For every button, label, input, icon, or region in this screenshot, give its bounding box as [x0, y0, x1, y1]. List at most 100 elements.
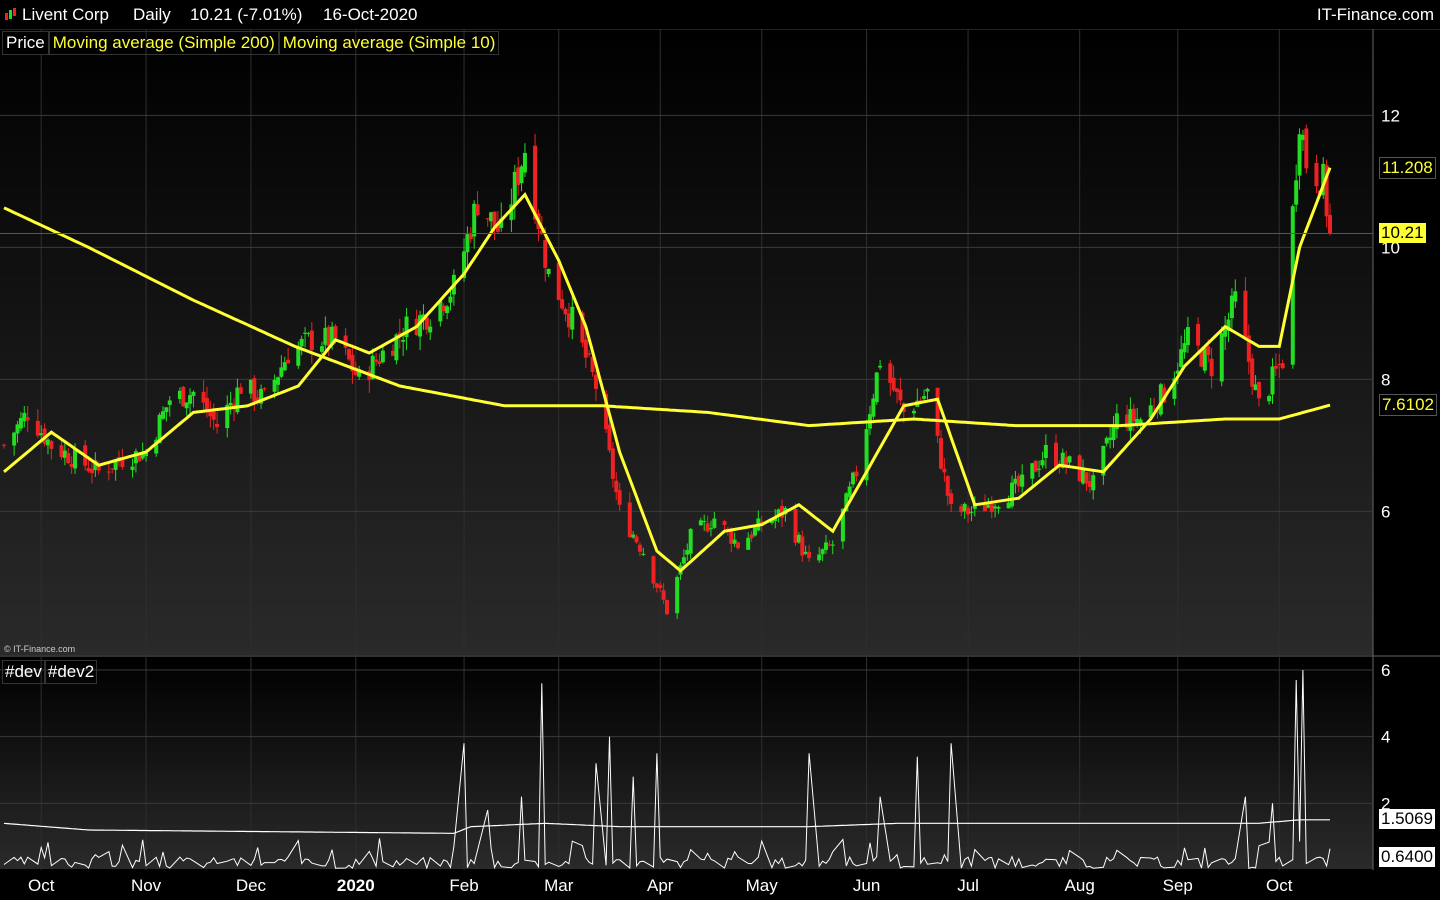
candle-body — [1314, 162, 1319, 187]
candle-body — [374, 359, 379, 362]
candle-body — [583, 339, 588, 358]
price-tick-label: 6 — [1381, 502, 1390, 521]
candle-body — [66, 453, 71, 464]
candle-body — [966, 507, 971, 515]
candle-body — [878, 365, 883, 368]
candle-body — [164, 407, 169, 413]
candle-body — [1294, 180, 1299, 205]
candle-body — [438, 301, 443, 322]
candle-body — [637, 544, 642, 552]
candle-body — [309, 330, 314, 351]
x-tick-label: Nov — [131, 876, 162, 895]
candle-body — [641, 553, 646, 555]
candle-body — [675, 577, 680, 614]
candle-body — [448, 296, 453, 303]
candle-body — [996, 506, 1001, 509]
candle-body — [911, 410, 916, 414]
x-tick-label: Sep — [1163, 876, 1193, 895]
candle-body — [543, 240, 548, 268]
candle-body — [1037, 468, 1042, 470]
candle-body — [1067, 456, 1072, 463]
candle-body — [1267, 396, 1272, 402]
candle-body — [1054, 442, 1059, 467]
candle-body — [1304, 128, 1309, 169]
candle-body — [401, 339, 406, 342]
x-tick-label: Feb — [449, 876, 478, 895]
x-tick-label: Apr — [647, 876, 674, 895]
x-tick-label: Dec — [236, 876, 267, 895]
x-tick-label: Jun — [853, 876, 880, 895]
candle-body — [1280, 363, 1285, 369]
candle-body — [1091, 475, 1096, 491]
candle-body — [681, 557, 686, 564]
site-name[interactable]: IT-Finance.com — [1317, 5, 1434, 25]
candle-body — [275, 377, 280, 385]
indicator-legend: #dev #dev2 — [2, 660, 98, 684]
price-chart-svg: Oct Nov Dec 2020 Feb Mar Apr May Jun Jul Aug Sep Oct… — [0, 28, 1440, 895]
candle-body — [593, 374, 598, 389]
indicator-tick-label: 6 — [1381, 661, 1390, 680]
candle-body — [1250, 358, 1255, 387]
candle-body — [688, 528, 693, 554]
candle-body — [665, 599, 669, 615]
legend-dev[interactable]: #dev — [2, 660, 45, 684]
candle-body — [736, 542, 741, 549]
last-price-tag: 10.21 — [1379, 222, 1426, 243]
candle-body — [634, 536, 639, 543]
candle-body — [820, 549, 825, 555]
candle-body — [651, 556, 656, 584]
candle-body — [1206, 346, 1211, 356]
candle-body — [945, 476, 950, 496]
candle-body — [428, 326, 433, 333]
candle-body — [160, 411, 165, 419]
candle-body — [610, 448, 615, 479]
candle-body — [708, 528, 713, 530]
candle-body — [898, 389, 903, 401]
candle-body — [299, 338, 304, 347]
ma10-value-tag: 11.208 — [1379, 156, 1436, 179]
candle-body — [925, 388, 930, 392]
candle-body — [1043, 444, 1048, 458]
candle-body — [1020, 474, 1025, 487]
candle-body — [380, 350, 385, 363]
candle-icon — [4, 5, 18, 25]
candle-body — [1233, 291, 1238, 302]
candle-body — [587, 353, 592, 355]
candle-body — [2, 444, 6, 446]
legend-ma200[interactable]: Moving average (Simple 200) — [48, 31, 279, 55]
candle-body — [475, 204, 480, 216]
legend-dev2[interactable]: #dev2 — [44, 660, 98, 684]
candle-body — [522, 152, 527, 173]
candle-body — [319, 346, 324, 352]
candle-body — [661, 590, 666, 600]
candle-body — [12, 432, 17, 446]
chart-header: Livent Corp Daily 10.21 (-7.01%) 16-Oct-… — [0, 0, 1440, 29]
candle-body — [106, 471, 111, 473]
chart-root: Oct Nov Dec 2020 Feb Mar Apr May Jun Jul Aug Sep Oct… — [0, 0, 1440, 900]
x-tick-label: Aug — [1065, 876, 1095, 895]
period-label[interactable]: Daily — [133, 5, 171, 25]
dev-value-tag: 0.6400 — [1379, 846, 1435, 867]
dev2-value-tag: 1.5069 — [1379, 808, 1435, 829]
candle-body — [705, 523, 710, 532]
candle-body — [49, 440, 54, 449]
candle-body — [722, 521, 727, 525]
legend-price[interactable]: Price — [2, 31, 49, 55]
candle-body — [1040, 460, 1045, 466]
x-tick-label: Jul — [957, 876, 979, 895]
candle-body — [712, 518, 717, 528]
candle-body — [807, 551, 812, 559]
indicator-pane-background — [0, 657, 1373, 869]
candle-body — [563, 308, 568, 315]
candle-body — [617, 490, 622, 505]
copyright-text: © IT-Finance.com — [4, 644, 76, 654]
candle-body — [188, 395, 193, 404]
candle-body — [823, 542, 828, 550]
candle-body — [847, 486, 852, 498]
quote-label: 10.21 (-7.01%) — [190, 5, 303, 24]
ma200-value-tag: 7.6102 — [1379, 394, 1437, 417]
candle-body — [830, 544, 835, 546]
legend-ma10[interactable]: Moving average (Simple 10) — [278, 31, 500, 55]
candle-body — [702, 521, 707, 523]
candle-body — [560, 299, 565, 309]
